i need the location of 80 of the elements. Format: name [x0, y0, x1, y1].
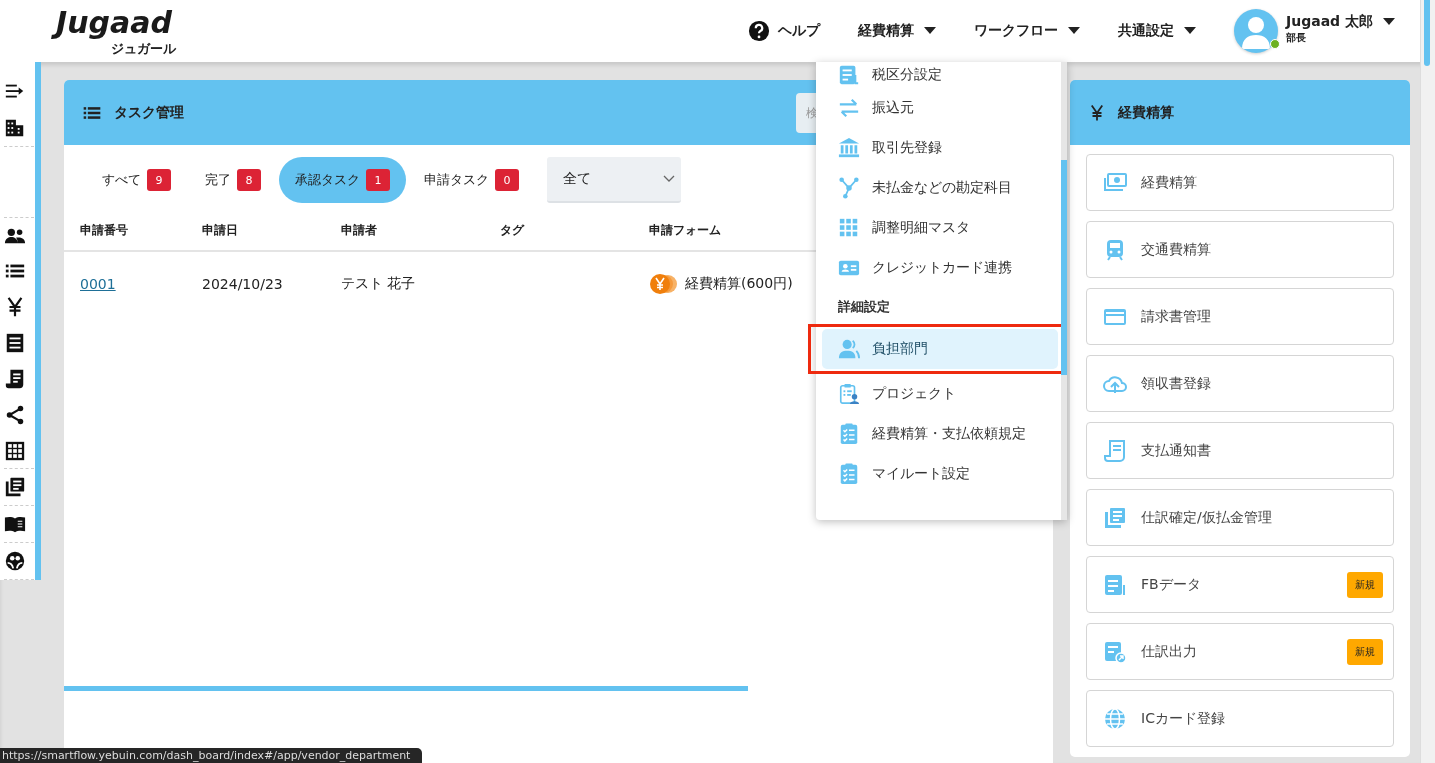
- menu-tile[interactable]: 請求書管理: [1086, 288, 1394, 345]
- document-icon: [1103, 572, 1127, 597]
- logo-subtitle: ジュガール: [111, 41, 176, 57]
- nodes-icon: [838, 177, 860, 199]
- menu-item[interactable]: プロジェクト: [822, 374, 1053, 414]
- documents-icon: [1103, 505, 1127, 530]
- column-header: 申請フォーム: [649, 222, 721, 239]
- checklist-icon: [838, 463, 860, 485]
- search-field[interactable]: 検: [796, 92, 818, 133]
- transfer-icon: [838, 97, 860, 119]
- filter-tab[interactable]: 完了 8: [189, 157, 277, 203]
- grid-icon: [838, 217, 860, 239]
- menu-item[interactable]: 経費精算・支払依頼規定: [822, 414, 1053, 454]
- menu-tile[interactable]: 支払通知書: [1086, 422, 1394, 479]
- menu-tile[interactable]: ICカード登録: [1086, 690, 1394, 747]
- menu-item[interactable]: マイルート設定: [822, 454, 1053, 494]
- caret-icon: [924, 27, 936, 35]
- nav-menu[interactable]: 経費精算: [858, 11, 936, 51]
- column-header: タグ: [500, 222, 524, 239]
- checklist-icon: [838, 423, 860, 445]
- menu-item[interactable]: 振込元: [822, 88, 1053, 128]
- caret-icon: [1184, 27, 1196, 35]
- count-badge: 9: [147, 169, 171, 191]
- filter-tab[interactable]: 承認タスク 1: [279, 157, 406, 203]
- share-icon[interactable]: [4, 403, 26, 426]
- menu-tile[interactable]: 仕訳出力 新規: [1086, 623, 1394, 680]
- count-badge: 0: [495, 169, 519, 191]
- filter-tab[interactable]: すべて 9: [86, 157, 187, 203]
- new-badge: 新規: [1347, 638, 1383, 665]
- yen-icon: [1088, 103, 1106, 122]
- menu-item[interactable]: 調整明細マスタ: [822, 208, 1053, 248]
- column-header: 申請日: [202, 222, 238, 239]
- nav-menu[interactable]: ワークフロー: [974, 11, 1080, 51]
- count-badge: 8: [237, 169, 261, 191]
- menu-tile[interactable]: 仕訳確定/仮払金管理: [1086, 489, 1394, 546]
- nav-menu[interactable]: 共通設定: [1118, 11, 1196, 51]
- help-icon: [748, 20, 770, 42]
- document-icon[interactable]: [4, 367, 26, 390]
- scroll-bar[interactable]: [64, 686, 748, 691]
- filter-select[interactable]: 全て: [547, 157, 681, 203]
- menu-item[interactable]: 税区分設定: [822, 62, 1053, 88]
- clipboard-person-icon: [838, 383, 860, 405]
- scroll-bar[interactable]: [1061, 62, 1067, 520]
- menu-item[interactable]: 負担部門: [822, 329, 1058, 369]
- user-menu[interactable]: Jugaad 太郎: [1286, 13, 1395, 31]
- column-header: 申請番号: [80, 222, 128, 239]
- coins-icon: [649, 273, 677, 295]
- people-icon: [838, 338, 860, 360]
- caret-icon: [1068, 27, 1080, 35]
- menu-tile[interactable]: 経費精算: [1086, 154, 1394, 211]
- count-badge: 1: [366, 169, 390, 191]
- document-icon: [1103, 438, 1127, 463]
- new-badge: 新規: [1347, 571, 1383, 598]
- panel-title: 経費精算: [1118, 103, 1174, 122]
- request-link[interactable]: 0001: [80, 276, 116, 292]
- menu-tile[interactable]: FBデータ 新規: [1086, 556, 1394, 613]
- table-cell-text: 2024/10/23: [202, 276, 284, 292]
- filter-tab[interactable]: 申請タスク 0: [408, 157, 535, 203]
- caret-icon: [1383, 18, 1395, 26]
- receipt-icon[interactable]: [4, 332, 26, 355]
- chevron-down-icon: [663, 175, 675, 183]
- globe-icon: [1103, 706, 1127, 731]
- panel-title: タスク管理: [114, 103, 184, 122]
- menu-tile[interactable]: 交通費精算: [1086, 221, 1394, 278]
- user-role: 部長: [1286, 31, 1307, 45]
- documents-icon[interactable]: [4, 476, 26, 499]
- menu-section-title: 詳細設定: [837, 298, 891, 316]
- table-cell-text: テスト 花子: [341, 275, 417, 293]
- menu-item[interactable]: 取引先登録: [822, 128, 1053, 168]
- status-url: https://smartflow.yebuin.com/dash_board/index#/app/vendor_department: [0, 748, 422, 763]
- help-link[interactable]: ヘルプ: [748, 11, 820, 51]
- document-export-icon: [1103, 639, 1127, 664]
- scroll-bar[interactable]: [1420, 0, 1435, 763]
- grid-icon[interactable]: [4, 439, 26, 462]
- table-cell: 経費精算(600円): [685, 275, 793, 293]
- column-header: 申請者: [341, 222, 377, 239]
- menu-tile[interactable]: 領収書登録: [1086, 355, 1394, 412]
- menu-item[interactable]: クレジットカード連携: [822, 248, 1053, 288]
- bank-icon: [838, 137, 860, 159]
- menu-item[interactable]: 未払金などの勘定科目: [822, 168, 1053, 208]
